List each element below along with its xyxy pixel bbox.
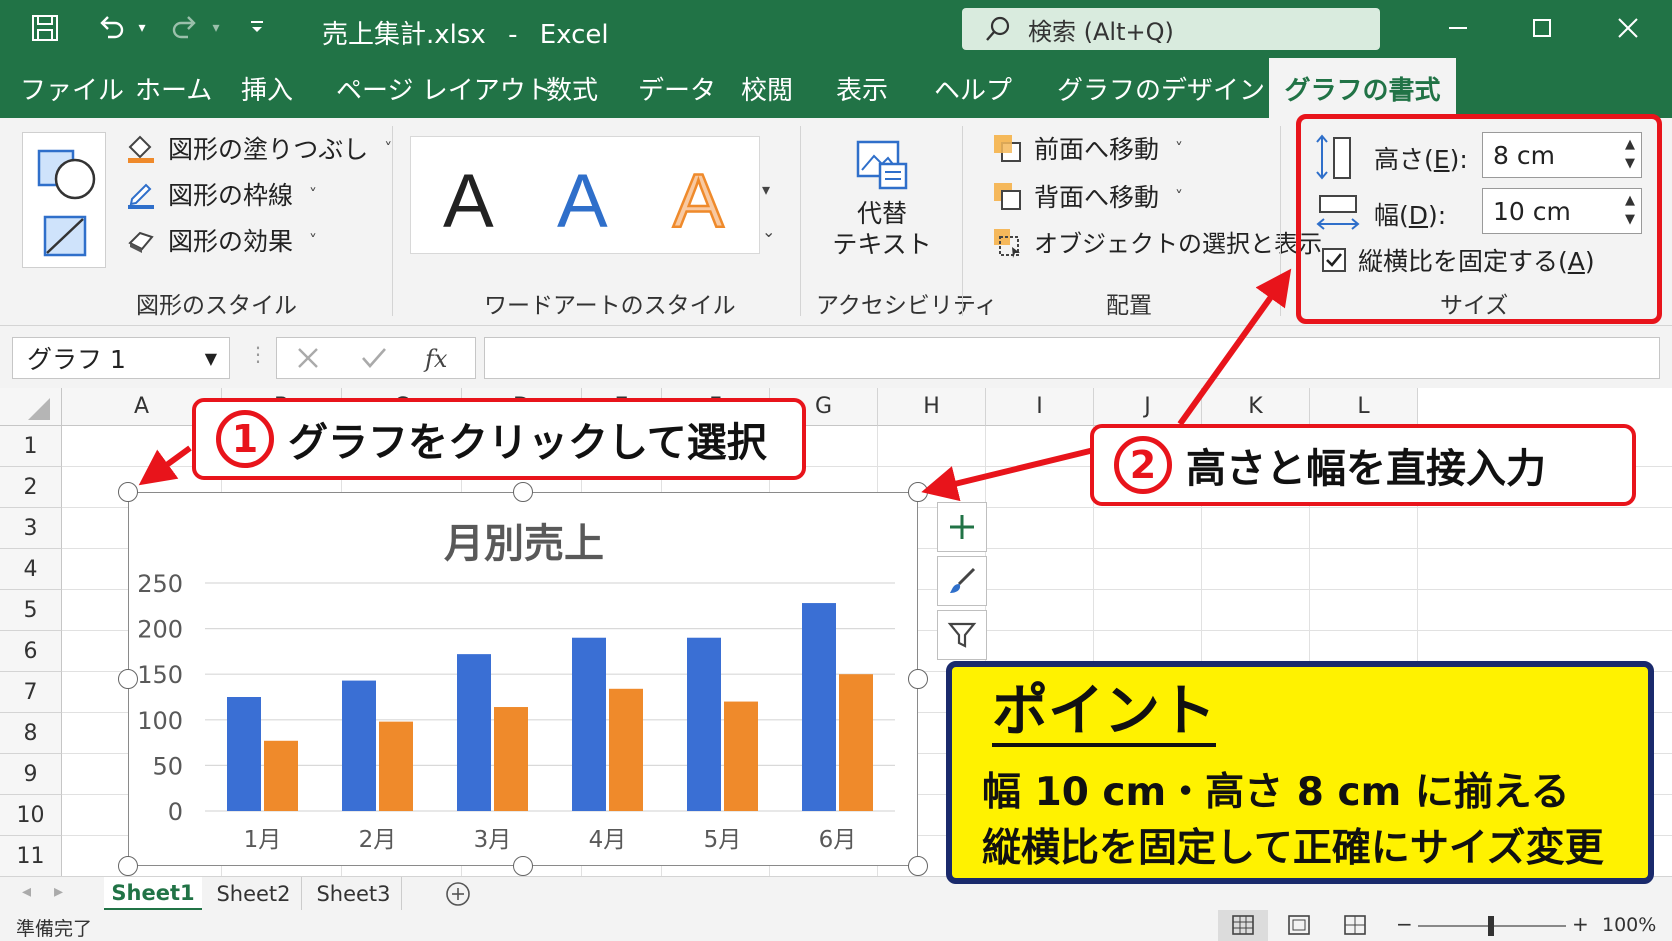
- point-box: ポイント 幅 10 cm・高さ 8 cm に揃える 縦横比を固定して正確にサイズ…: [946, 661, 1654, 884]
- step2-number: 2: [1114, 436, 1172, 494]
- arrow-to-size-group: [1177, 268, 1292, 426]
- callout-step1: 1 グラフをクリックして選択: [192, 398, 806, 480]
- step1-number: 1: [216, 410, 274, 468]
- point-line2: 縦横比を固定して正確にサイズ変更: [982, 826, 1604, 871]
- point-line1: 幅 10 cm・高さ 8 cm に揃える: [982, 770, 1570, 815]
- step1-text: グラフをクリックして選択: [288, 420, 767, 466]
- excel-window: ▾ ▾ 売上集計.xlsx - Excel 検索 (Alt+Q) ファイル ホー…: [0, 0, 1672, 941]
- arrow-to-chart-handle: [138, 445, 192, 486]
- point-title: ポイント: [992, 681, 1216, 747]
- arrow-to-chart-corner: [921, 447, 1095, 502]
- step2-text: 高さと幅を直接入力: [1186, 446, 1546, 492]
- callout-step2: 2 高さと幅を直接入力: [1090, 424, 1636, 506]
